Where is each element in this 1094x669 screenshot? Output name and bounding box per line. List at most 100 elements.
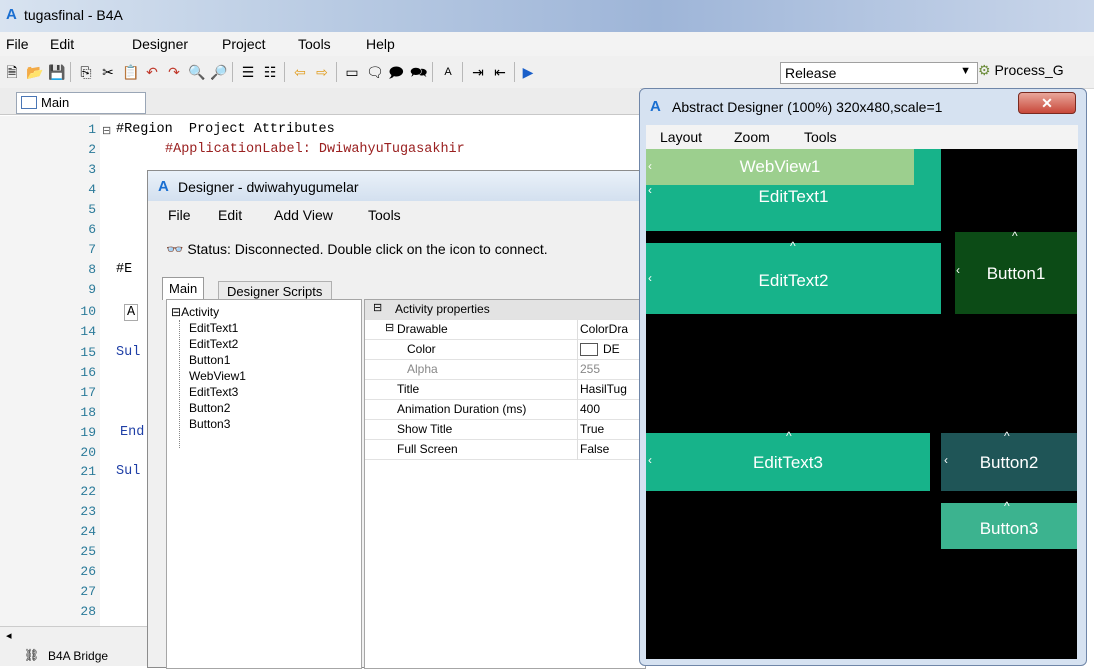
resize-top-icon[interactable]: ^	[1004, 429, 1010, 443]
property-row[interactable]: Color DE	[365, 340, 645, 360]
property-row[interactable]: ⊟ Drawable ColorDra	[365, 320, 645, 340]
menu-edit[interactable]: Edit	[50, 36, 74, 52]
uncomment-icon[interactable]: ☷	[262, 64, 278, 80]
edittext2-view[interactable]: EditText2	[646, 243, 941, 314]
property-row[interactable]: Title HasilTug	[365, 380, 645, 400]
tree-root-activity[interactable]: ⊟Activity	[171, 305, 219, 319]
resize-left-icon[interactable]: ‹	[648, 159, 652, 173]
line-number: 15	[80, 345, 96, 360]
tree-item[interactable]: Button1	[189, 353, 230, 367]
designer-menu-tools[interactable]: Tools	[368, 207, 401, 223]
resize-left-icon[interactable]: ‹	[648, 453, 652, 467]
cut-icon[interactable]: ✂	[100, 64, 116, 80]
find-icon[interactable]: 🔍	[188, 64, 205, 80]
line-number: 6	[88, 222, 96, 237]
back-arrow-icon[interactable]: ⇦	[292, 64, 308, 80]
views-tree: ⊟Activity EditText1 EditText2 Button1 We…	[166, 299, 362, 669]
designer-menu-add-view[interactable]: Add View	[274, 207, 333, 223]
line-number: 26	[80, 564, 96, 579]
button1-label: Button1	[986, 264, 1046, 283]
tree-item[interactable]: EditText1	[189, 321, 238, 335]
collapse-region-icon[interactable]: ⊟	[102, 124, 111, 137]
collapse-icon[interactable]: ⊟	[373, 301, 382, 314]
connection-status[interactable]: 👓 Status: Disconnected. Double click on …	[166, 241, 548, 258]
device-screen[interactable]: EditText1 ‹ WebView1 ‹ EditText2 ^ ‹ But…	[646, 149, 1077, 659]
close-icon[interactable]: ✕	[1018, 92, 1076, 114]
forward-arrow-icon[interactable]: ⇨	[314, 64, 330, 80]
build-mode-select[interactable]: Release ▼	[780, 62, 978, 84]
resize-top-icon[interactable]: ^	[786, 429, 792, 443]
indent-icon[interactable]: ⇥	[470, 64, 486, 80]
designer-menu-file[interactable]: File	[168, 207, 191, 223]
line-number: 21	[80, 464, 96, 479]
code-line-15: Sul	[116, 345, 141, 360]
comment-icon[interactable]: ☰	[240, 64, 256, 80]
menu-designer[interactable]: Designer	[132, 36, 188, 52]
resize-top-icon[interactable]: ^	[790, 239, 796, 253]
tree-item[interactable]: Button3	[189, 417, 230, 431]
menu-tools[interactable]: Tools	[298, 36, 331, 52]
property-value: ColorDra	[580, 322, 629, 336]
collapse-icon[interactable]: ⊟	[385, 321, 394, 334]
new-file-icon[interactable]: 🗎	[4, 64, 20, 80]
tab-designer-scripts[interactable]: Designer Scripts	[218, 281, 332, 301]
process-label: Process_G	[994, 62, 1064, 78]
paste-icon[interactable]: 📋	[122, 64, 139, 80]
property-key: Title	[397, 382, 420, 396]
bookmark-icon[interactable]: ▭	[344, 64, 360, 80]
property-row[interactable]: Animation Duration (ms) 400	[365, 400, 645, 420]
property-row[interactable]: Full Screen False	[365, 440, 645, 460]
connect-glasses-icon[interactable]: 👓	[166, 241, 183, 257]
save-icon[interactable]: 💾	[48, 64, 65, 80]
main-menubar: File Edit Designer Project Tools Help	[0, 32, 1094, 56]
tab-designer-scripts-label: Designer Scripts	[227, 284, 323, 299]
designer-menu-edit[interactable]: Edit	[218, 207, 242, 223]
code-line-8: #E	[116, 262, 133, 277]
find-replace-icon[interactable]: 🔎	[210, 64, 227, 80]
copy-icon[interactable]: ⎘	[78, 64, 94, 80]
resize-top-icon[interactable]: ^	[1012, 229, 1018, 243]
resize-left-icon[interactable]: ‹	[648, 183, 652, 197]
next-bookmark-icon[interactable]: 🗨	[366, 64, 384, 80]
resize-left-icon[interactable]: ‹	[944, 453, 948, 467]
scroll-left-icon[interactable]: ◂	[6, 629, 12, 642]
tab-main[interactable]: Main	[16, 92, 146, 114]
designer-titlebar: A Designer - dwiwahyugumelar	[148, 171, 644, 201]
abstract-menu-zoom[interactable]: Zoom	[734, 129, 770, 145]
menu-file[interactable]: File	[6, 36, 29, 52]
module-icon	[21, 96, 37, 109]
resize-left-icon[interactable]: ‹	[648, 271, 652, 285]
menu-help[interactable]: Help	[366, 36, 395, 52]
button1-view[interactable]: Button1	[955, 232, 1077, 314]
property-row[interactable]: Show Title True	[365, 420, 645, 440]
tree-item[interactable]: Button2	[189, 401, 230, 415]
line-number: 18	[80, 405, 96, 420]
webview1-view[interactable]: WebView1	[646, 149, 914, 185]
property-value: True	[580, 422, 605, 436]
tree-item[interactable]: EditText3	[189, 385, 238, 399]
resize-top-icon[interactable]: ^	[1004, 499, 1010, 513]
tab-designer-main[interactable]: Main	[162, 277, 204, 300]
process-globals-button[interactable]: ⚙ Process_G	[978, 62, 1094, 82]
clear-bookmarks-icon[interactable]: 🗪	[410, 64, 427, 80]
tree-item[interactable]: EditText2	[189, 337, 238, 351]
properties-header[interactable]: ⊟ Activity properties	[365, 300, 645, 320]
prev-bookmark-icon[interactable]: 🗩	[388, 64, 404, 80]
abstract-menu-tools[interactable]: Tools	[804, 129, 837, 145]
tree-item[interactable]: WebView1	[189, 369, 246, 383]
abstract-menu-layout[interactable]: Layout	[660, 129, 702, 145]
line-number: 28	[80, 604, 96, 619]
designer-window: A Designer - dwiwahyugumelar File Edit A…	[147, 170, 646, 669]
redo-icon[interactable]: ↷	[166, 64, 182, 80]
menu-project[interactable]: Project	[222, 36, 266, 52]
font-size-icon[interactable]: A	[440, 64, 456, 80]
resize-left-icon[interactable]: ‹	[956, 263, 960, 277]
open-folder-icon[interactable]: 📂	[26, 64, 43, 80]
edittext3-label: EditText3	[753, 453, 823, 472]
property-row[interactable]: Alpha 255	[365, 360, 645, 380]
undo-icon[interactable]: ↶	[144, 64, 160, 80]
run-icon[interactable]: ▶	[520, 64, 536, 80]
outdent-icon[interactable]: ⇤	[492, 64, 508, 80]
line-number: 24	[80, 524, 96, 539]
line-number: 17	[80, 385, 96, 400]
